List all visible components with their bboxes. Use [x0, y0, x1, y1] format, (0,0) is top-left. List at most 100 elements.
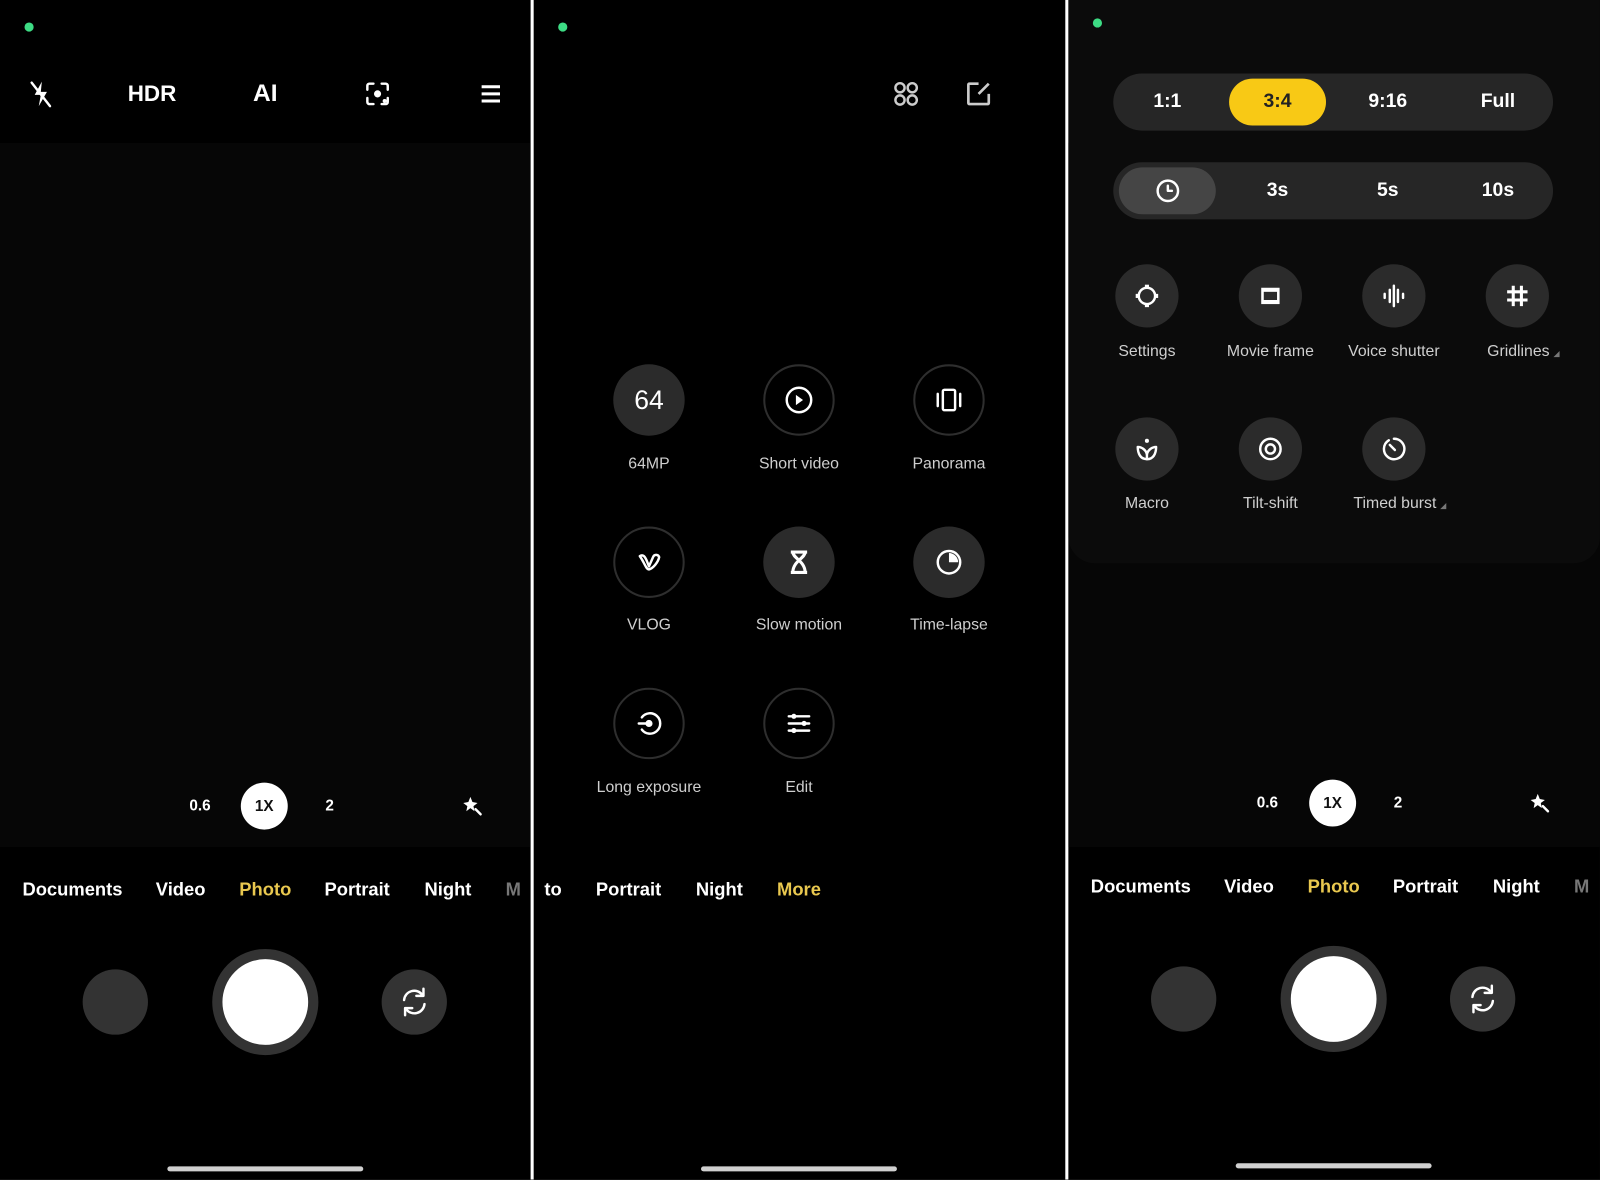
mode-time-lapse-label: Time-lapse: [910, 616, 988, 634]
mode-edit-label: Edit: [785, 778, 813, 796]
settings-icon: [1135, 284, 1159, 308]
tilt-shift-label: Tilt-shift: [1243, 495, 1298, 513]
timed-burst-icon: [1382, 437, 1406, 461]
camera-screen-more-modes: 64 64MP Short video Panorama VLOG Slow motion…: [533, 0, 1066, 1180]
mode-slow-motion-label: Slow motion: [755, 616, 843, 634]
mode-tab-documents[interactable]: Documents: [22, 879, 122, 900]
aspect-ratio-full[interactable]: Full: [1449, 79, 1546, 126]
mode-short-video-label: Short video: [758, 455, 839, 473]
zoom-option-2[interactable]: 2: [1394, 794, 1403, 811]
magic-icon[interactable]: [1521, 785, 1558, 822]
hdr-off-icon[interactable]: HDR: [128, 76, 177, 113]
vlog-icon: [638, 553, 661, 571]
macro-icon: [1136, 438, 1158, 461]
timer-option-10s[interactable]: 10s: [1449, 167, 1546, 214]
gallery-thumbnail[interactable]: [82, 969, 148, 1035]
tool-label-text: Voice shutter: [1348, 342, 1440, 361]
voice-shutter-button[interactable]: [1362, 264, 1426, 328]
home-indicator[interactable]: [701, 1166, 897, 1172]
mode-tab-photo[interactable]: Photo: [1308, 876, 1360, 897]
mode-tab-portrait[interactable]: Portrait: [1393, 876, 1458, 897]
mode-tab-photo[interactable]: Photo: [239, 879, 291, 900]
macro-button[interactable]: [1115, 417, 1179, 481]
aspect-ratio-9-16[interactable]: 9:16: [1339, 79, 1436, 126]
mode-panorama-button[interactable]: [913, 364, 985, 436]
submenu-indicator-icon: [1440, 503, 1447, 510]
shutter-button[interactable]: [1280, 945, 1387, 1053]
edit-icon[interactable]: [960, 76, 997, 113]
ai-icon[interactable]: AI: [253, 76, 277, 113]
mode-tab-video[interactable]: Video: [156, 879, 206, 900]
panorama-icon: [936, 388, 962, 412]
aspect-ratio-3-4[interactable]: 3:4: [1229, 78, 1327, 126]
home-indicator[interactable]: [1235, 1163, 1432, 1169]
camera-screen-photo: HDR AI 0.6 1X 2 Documents Video Photo Portrait Ni…: [0, 0, 531, 1180]
mode-tab-m[interactable]: M: [1574, 876, 1589, 897]
mode-long-exposure-label: Long exposure: [596, 778, 702, 796]
camera-screen-settings-panel: 1:1 3:4 9:16 Full 3s 5s 10s Settings Movie frame…: [1068, 0, 1600, 1180]
privacy-indicator-dot: [24, 22, 34, 32]
mode-panorama-label: Panorama: [912, 455, 986, 473]
mode-tab-night[interactable]: Night: [696, 879, 743, 900]
mode-64mp-button[interactable]: 64: [613, 364, 685, 436]
timed-burst-label: Timed burst: [1353, 495, 1447, 513]
aspect-ratio-1-1[interactable]: 1:1: [1119, 79, 1216, 126]
mode-tab-portrait[interactable]: Portrait: [324, 879, 389, 900]
movie-frame-button[interactable]: [1238, 264, 1303, 328]
menu-icon[interactable]: [472, 76, 509, 113]
gallery-thumbnail[interactable]: [1151, 966, 1217, 1032]
tilt-shift-button[interactable]: [1238, 417, 1303, 481]
tool-label-text: Gridlines: [1487, 342, 1550, 361]
mode-tab-more[interactable]: More: [777, 879, 821, 900]
mode-tab-video[interactable]: Video: [1224, 876, 1274, 897]
sliders-icon: [787, 713, 811, 734]
mode-short-video-button[interactable]: [763, 364, 835, 436]
movie-frame-label: Movie frame: [1227, 343, 1314, 361]
submenu-indicator-icon: [1553, 351, 1560, 358]
mode-tab-m[interactable]: M: [506, 879, 521, 900]
mode-tab-night[interactable]: Night: [1493, 876, 1540, 897]
settings-button[interactable]: [1115, 264, 1179, 328]
timer-off-icon[interactable]: [1118, 167, 1216, 215]
mode-long-exposure-button[interactable]: [613, 687, 685, 760]
mode-tab-to[interactable]: to: [544, 879, 561, 900]
tilt-shift-icon: [1258, 437, 1282, 461]
mode-vlog-label: VLOG: [626, 616, 671, 634]
zoom-option-2[interactable]: 2: [325, 797, 334, 814]
privacy-indicator-dot: [1092, 18, 1103, 28]
mode-slow-motion-button[interactable]: [763, 526, 835, 598]
gridlines-button[interactable]: [1485, 264, 1549, 328]
mode-tab-documents[interactable]: Documents: [1091, 876, 1191, 897]
grid-apps-icon[interactable]: [888, 76, 925, 113]
movie-frame-icon: [1261, 287, 1280, 305]
flip-camera-icon[interactable]: [1449, 966, 1516, 1032]
voice-shutter-icon: [1383, 284, 1405, 308]
tool-label-text: Tilt-shift: [1243, 494, 1298, 513]
magic-icon[interactable]: [454, 788, 491, 825]
hourglass-icon: [790, 550, 808, 574]
mode-tab-night[interactable]: Night: [424, 879, 471, 900]
gridlines-label: Gridlines: [1487, 343, 1560, 361]
mode-vlog-button[interactable]: [613, 526, 685, 598]
timed-burst-button[interactable]: [1362, 417, 1426, 481]
focus-icon[interactable]: [359, 76, 396, 113]
flash-off-icon[interactable]: [22, 76, 59, 113]
zoom-option-0.6[interactable]: 0.6: [1257, 794, 1278, 811]
zoom-option-1X[interactable]: 1X: [1309, 779, 1357, 827]
timer-option-5s[interactable]: 5s: [1339, 167, 1436, 214]
macro-label: Macro: [1125, 495, 1169, 513]
viewfinder[interactable]: [0, 142, 531, 847]
mode-tab-portrait[interactable]: Portrait: [596, 879, 661, 900]
settings-label: Settings: [1118, 343, 1175, 361]
privacy-indicator-dot: [558, 22, 568, 32]
shutter-button[interactable]: [212, 948, 319, 1056]
timelapse-icon: [936, 549, 962, 575]
zoom-option-1X[interactable]: 1X: [240, 782, 288, 830]
timer-option-3s[interactable]: 3s: [1229, 167, 1326, 214]
zoom-option-0.6[interactable]: 0.6: [189, 797, 210, 814]
home-indicator[interactable]: [167, 1166, 364, 1172]
flip-camera-icon[interactable]: [381, 969, 447, 1035]
voice-shutter-label: Voice shutter: [1348, 343, 1439, 361]
mode-time-lapse-button[interactable]: [913, 526, 985, 598]
mode-edit-button[interactable]: [763, 687, 835, 760]
